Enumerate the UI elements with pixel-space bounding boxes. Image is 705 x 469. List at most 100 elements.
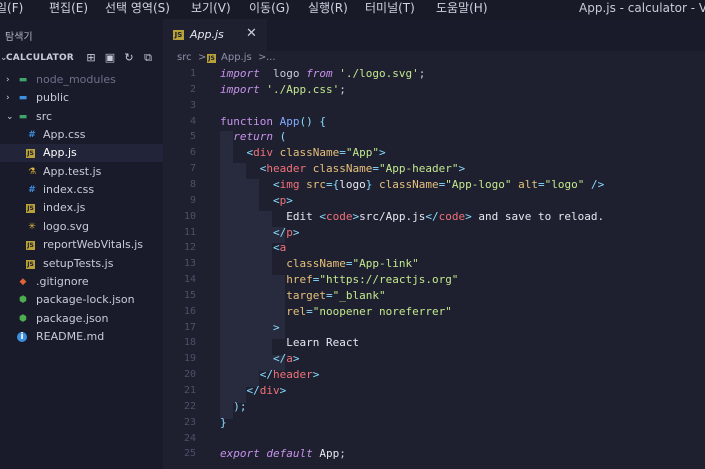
line-number: 7 (189, 163, 196, 175)
refresh-icon[interactable]: ↻ (122, 51, 136, 65)
tree-file[interactable]: ⚗ App.test.js (0, 163, 163, 181)
code-line: import './App.css'; (220, 83, 346, 96)
code-line: } (220, 416, 227, 429)
new-folder-icon[interactable]: ▣ (103, 51, 117, 65)
breadcrumb-separator: > (198, 52, 207, 63)
tree-file[interactable]: ⬢ package.json (0, 310, 163, 328)
breadcrumb-folder[interactable]: src (177, 52, 192, 63)
test-file-icon: ⚗ (27, 166, 37, 177)
code-token: import (220, 82, 260, 96)
tree-file[interactable]: JS index.js (0, 199, 163, 217)
code-line: rel="noopener noreferrer" (220, 305, 452, 318)
menu-item[interactable]: 실행(R) (308, 0, 348, 17)
javascript-file-icon: JS (207, 54, 216, 63)
code-token: "_blank" (332, 288, 386, 302)
code-token: "https://reactjs.org" (319, 273, 459, 287)
code-token: header (266, 162, 307, 176)
code-token: className (306, 162, 373, 176)
tree-item-label: .gitignore (36, 274, 89, 288)
code-token: "App" (345, 146, 379, 160)
tab-app-js[interactable]: JS App.js ✕ (163, 19, 267, 51)
tree-file[interactable]: JS setupTests.js (0, 255, 163, 273)
line-number: 20 (183, 369, 196, 381)
tab-bar: JS App.js ✕ (163, 19, 705, 51)
chevron-right-icon: › (6, 75, 10, 85)
line-number: 21 (183, 385, 196, 396)
code-token: from (306, 67, 333, 80)
code-token: > (292, 225, 300, 239)
menu-item[interactable]: 도움말(H) (436, 0, 488, 17)
tree-file[interactable]: # App.css (0, 126, 163, 144)
menu-item[interactable]: 선택 영역(S) (105, 0, 170, 17)
code-line: ); (220, 400, 246, 413)
code-token: './logo.svg' (332, 67, 419, 80)
tree-item-label: reportWebVitals.js (43, 238, 144, 252)
code-token: > (279, 384, 287, 397)
code-line: function App() { (220, 115, 326, 128)
collapse-all-icon[interactable]: ⧉ (141, 51, 155, 65)
tree-file[interactable]: JS App.js (0, 144, 163, 163)
code-token: ={ (325, 177, 340, 191)
code-line: Learn React (220, 336, 359, 349)
code-token: /> (584, 177, 605, 191)
code-token: > (378, 146, 386, 160)
code-token: < (272, 177, 280, 191)
line-number: 17 (183, 321, 196, 333)
tree-file[interactable]: ◆ .gitignore (0, 273, 163, 291)
menu-item[interactable]: 편집(E) (49, 0, 88, 17)
explorer-title: 탐색기 (5, 32, 33, 43)
tree-item-label: App.js (43, 146, 77, 160)
tree-folder[interactable]: › ▬ public (0, 89, 163, 107)
code-token: () (299, 114, 313, 128)
breadcrumb-file[interactable]: App.js (221, 52, 252, 63)
code-line: href="https://reactjs.org" (220, 273, 458, 286)
close-icon[interactable]: ✕ (246, 26, 257, 41)
tree-folder[interactable]: › ▬ node_modules (0, 71, 163, 89)
javascript-file-icon: JS (26, 259, 35, 269)
code-token: = (339, 146, 346, 160)
info-file-icon: i (17, 331, 27, 342)
code-token: code (325, 209, 353, 223)
line-number: 16 (183, 305, 196, 317)
code-line: Edit <code>src/App.js</code> and save to… (220, 210, 604, 223)
new-file-icon[interactable]: ⊞ (84, 51, 98, 65)
window-title: App.js - calculator - Visu (579, 1, 705, 15)
menu-item[interactable]: 터미널(T) (365, 0, 415, 17)
code-token: href (286, 273, 313, 287)
project-header[interactable]: ⌄ CALCULATOR (0, 52, 163, 68)
line-number: 22 (183, 400, 196, 412)
tree-file[interactable]: i README.md (0, 328, 163, 346)
tree-item-label: App.test.js (43, 164, 102, 178)
tree-folder[interactable]: ⌄ ▬ src (0, 108, 163, 126)
code-token: div (253, 146, 273, 160)
code-token: > (286, 193, 293, 207)
tree-file[interactable]: JS reportWebVitals.js (0, 236, 163, 254)
code-line: target="_blank" (220, 288, 386, 302)
code-line: className="App-link" (220, 257, 418, 270)
javascript-file-icon: JS (26, 241, 35, 251)
tree-file[interactable]: ⬢ package-lock.json (0, 291, 163, 309)
javascript-file-icon: JS (26, 204, 35, 214)
code-token: < (319, 209, 326, 223)
menu-item[interactable]: 이동(G) (249, 0, 290, 17)
editor-area: JS App.js ✕ src > JS App.js >... 1 2 3 4 5 6 7 8 9 10… (163, 19, 705, 469)
code-token: header (273, 368, 313, 382)
chevron-down-icon: ⌄ (6, 111, 14, 122)
code-token: < (272, 193, 280, 207)
breadcrumb-more: ... (266, 52, 276, 63)
code-token: div (259, 384, 280, 397)
tree-file[interactable]: # index.css (0, 181, 163, 199)
tree-file[interactable]: ✳ logo.svg (0, 218, 163, 236)
code-token: src/App.js (359, 209, 426, 223)
code-line: </div> (220, 384, 287, 397)
code-token: > (272, 320, 280, 334)
line-number: 3 (189, 99, 196, 111)
menu-item[interactable]: 보기(V) (191, 0, 231, 17)
menu-item[interactable]: 일(F) (0, 0, 23, 17)
code-token: = (537, 177, 545, 191)
